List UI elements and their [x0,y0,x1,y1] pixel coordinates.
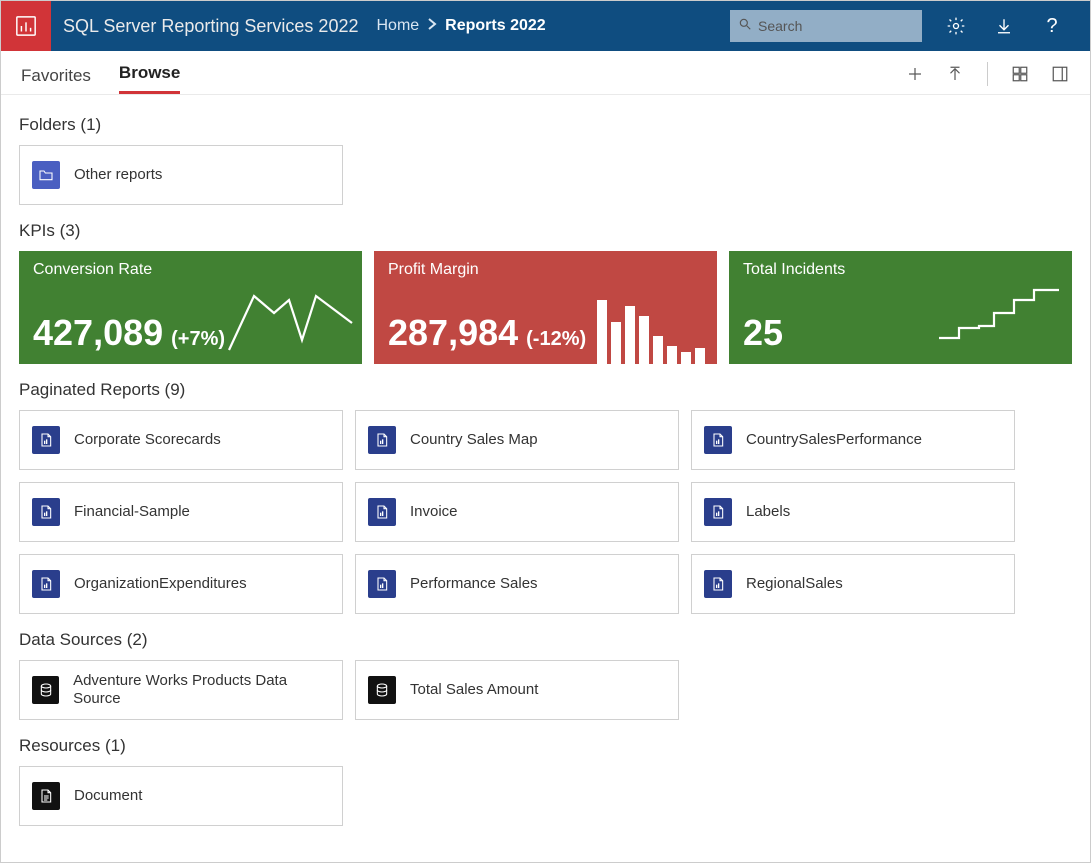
tile-label: Performance Sales [410,575,538,593]
section-title-resources: Resources (1) [19,736,1072,756]
report-icon [32,570,60,598]
section-title-folders: Folders (1) [19,115,1072,135]
report-icon [704,426,732,454]
download-icon[interactable] [994,16,1014,36]
folder-icon [32,161,60,189]
tile-label: RegionalSales [746,575,843,593]
report-icon [368,498,396,526]
sparkline-bars-icon [579,284,709,364]
search-icon [738,17,752,36]
folder-tile[interactable]: Other reports [19,145,343,205]
toolbar-divider [987,62,988,86]
report-tile[interactable]: Financial-Sample [19,482,343,542]
report-tile[interactable]: OrganizationExpenditures [19,554,343,614]
kpi-delta: (-12%) [526,328,586,351]
kpi-title: Profit Margin [388,261,703,279]
kpi-profit-margin[interactable]: Profit Margin 287,984 (-12%) [374,251,717,364]
report-icon [368,570,396,598]
help-icon[interactable]: ? [1042,16,1062,36]
report-tile[interactable]: CountrySalesPerformance [691,410,1015,470]
tab-browse[interactable]: Browse [119,53,180,94]
report-icon [32,426,60,454]
section-title-kpis: KPIs (3) [19,221,1072,241]
kpi-delta: (+7%) [171,328,225,351]
section-title-datasources: Data Sources (2) [19,630,1072,650]
document-icon [32,782,60,810]
resource-tile[interactable]: Document [19,766,343,826]
chevron-right-icon [427,17,437,36]
report-tile[interactable]: RegionalSales [691,554,1015,614]
kpi-conversion-rate[interactable]: Conversion Rate 427,089 (+7%) [19,251,362,364]
sparkline-line-icon [224,278,354,358]
report-tile[interactable]: Performance Sales [355,554,679,614]
datasource-tile[interactable]: Total Sales Amount [355,660,679,720]
report-icon [368,426,396,454]
tile-label: CountrySalesPerformance [746,431,922,449]
tab-bar: Favorites Browse [1,51,1090,95]
tile-label: Other reports [74,166,162,184]
kpi-total-incidents[interactable]: Total Incidents 25 [729,251,1072,364]
datasource-tile[interactable]: Adventure Works Products Data Source [19,660,343,720]
database-icon [368,676,396,704]
tile-label: Adventure Works Products Data Source [73,672,330,708]
report-tile[interactable]: Country Sales Map [355,410,679,470]
kpi-title: Conversion Rate [33,261,348,279]
report-tile[interactable]: Labels [691,482,1015,542]
report-tile[interactable]: Invoice [355,482,679,542]
report-icon [32,498,60,526]
tile-label: Corporate Scorecards [74,431,221,449]
search-input[interactable] [758,18,914,34]
tile-label: Invoice [410,503,458,521]
report-tile[interactable]: Corporate Scorecards [19,410,343,470]
new-icon[interactable] [905,64,925,84]
report-icon [704,498,732,526]
upload-icon[interactable] [945,64,965,84]
content-area: Folders (1) Other reports KPIs (3) Conve… [1,95,1090,844]
search-box[interactable] [730,10,922,42]
tile-label: Labels [746,503,790,521]
tile-label: Financial-Sample [74,503,190,521]
kpi-value: 427,089 [33,312,163,354]
breadcrumb: Home Reports 2022 [376,17,545,36]
tab-favorites[interactable]: Favorites [21,56,91,94]
details-pane-icon[interactable] [1050,64,1070,84]
top-icons: ? [946,16,1090,36]
database-icon [32,676,59,704]
gear-icon[interactable] [946,16,966,36]
breadcrumb-home[interactable]: Home [376,17,419,35]
section-title-paginated: Paginated Reports (9) [19,380,1072,400]
kpi-value: 287,984 [388,312,518,354]
kpi-value: 25 [743,312,783,354]
kpi-title: Total Incidents [743,261,1058,279]
app-title: SQL Server Reporting Services 2022 [63,16,358,37]
tile-label: OrganizationExpenditures [74,575,247,593]
tiles-view-icon[interactable] [1010,64,1030,84]
tile-label: Country Sales Map [410,431,538,449]
sparkline-step-icon [934,278,1064,358]
report-icon [704,570,732,598]
tile-label: Document [74,787,142,805]
tile-label: Total Sales Amount [410,681,538,699]
app-logo[interactable] [1,1,51,51]
top-bar: SQL Server Reporting Services 2022 Home … [1,1,1090,51]
breadcrumb-current: Reports 2022 [445,17,546,35]
